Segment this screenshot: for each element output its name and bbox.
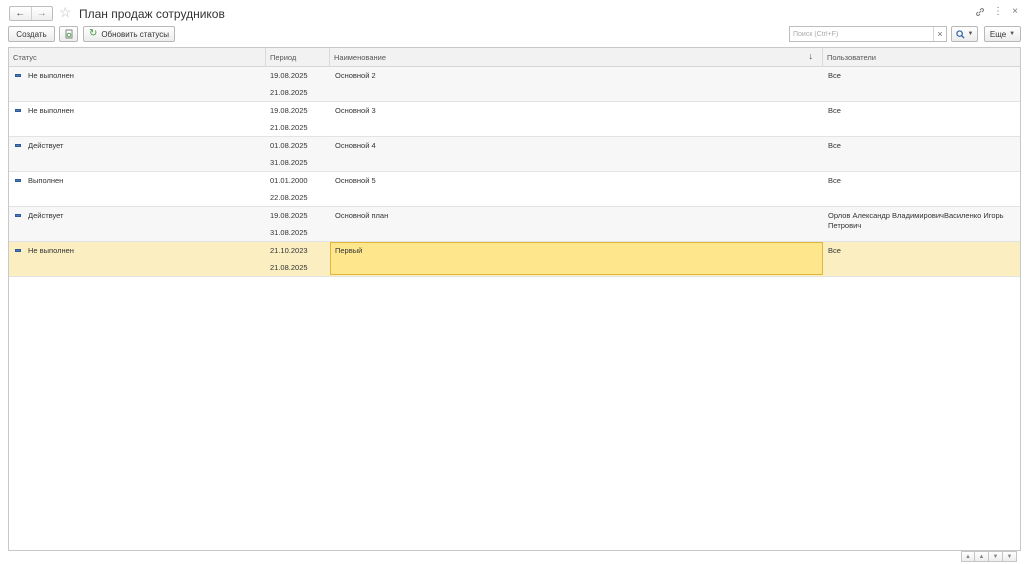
sort-descending-icon: ↓ bbox=[808, 51, 814, 61]
more-button[interactable]: Еще ▼ bbox=[984, 26, 1021, 42]
column-header-label: Пользователи bbox=[827, 53, 876, 62]
status-marker-icon bbox=[15, 109, 21, 112]
selected-cell-highlight bbox=[330, 242, 823, 275]
column-header-period[interactable]: Период bbox=[266, 48, 330, 67]
name-cell: Основной план bbox=[335, 211, 389, 220]
status-cell: Выполнен bbox=[28, 176, 64, 185]
column-header-status[interactable]: Статус bbox=[9, 48, 266, 67]
navigation-buttons: ← → bbox=[9, 6, 53, 21]
period-start-cell: 19.08.2025 bbox=[270, 71, 308, 80]
chevron-down-icon: ▼ bbox=[992, 553, 999, 560]
link-icon-svg bbox=[976, 8, 984, 16]
create-button-label: Создать bbox=[16, 29, 47, 39]
scroll-buttons: ▲ ▲ ▼ ▼ bbox=[961, 551, 1017, 562]
status-cell: Не выполнен bbox=[28, 71, 74, 80]
table-row[interactable]: Не выполнен 21.10.2023 21.08.2025 Первый Все bbox=[9, 242, 1020, 277]
scroll-up-button[interactable]: ▲ bbox=[975, 551, 989, 562]
status-cell: Не выполнен bbox=[28, 246, 74, 255]
column-header-users[interactable]: Пользователи bbox=[823, 48, 1020, 67]
period-start-cell: 19.08.2025 bbox=[270, 106, 308, 115]
scroll-last-button[interactable]: ▼ bbox=[1003, 551, 1017, 562]
copy-document-icon bbox=[65, 29, 72, 39]
column-header-label: Статус bbox=[13, 53, 37, 62]
period-start-cell: 21.10.2023 bbox=[270, 246, 308, 255]
table-row[interactable]: Не выполнен 19.08.2025 21.08.2025 Основной … bbox=[9, 67, 1020, 102]
clear-icon: × bbox=[937, 28, 943, 39]
period-end-cell: 21.08.2025 bbox=[270, 123, 308, 132]
table-header: Статус Период Наименование ↓ Пользовател… bbox=[9, 48, 1020, 67]
period-end-cell: 21.08.2025 bbox=[270, 88, 308, 97]
status-cell: Действует bbox=[28, 211, 64, 220]
scroll-first-button[interactable]: ▲ bbox=[961, 551, 975, 562]
back-button[interactable]: ← bbox=[10, 7, 31, 20]
users-cell: Все bbox=[828, 106, 841, 115]
status-marker-icon bbox=[15, 249, 21, 252]
column-header-label: Период bbox=[270, 53, 297, 62]
period-start-cell: 19.08.2025 bbox=[270, 211, 308, 220]
close-icon[interactable]: × bbox=[1009, 6, 1021, 18]
status-marker-icon bbox=[15, 144, 21, 147]
period-start-cell: 01.08.2025 bbox=[270, 141, 308, 150]
table-row[interactable]: Действует 01.08.2025 31.08.2025 Основной 4 В… bbox=[9, 137, 1020, 172]
table-row[interactable]: Действует 19.08.2025 31.08.2025 Основной пл… bbox=[9, 207, 1020, 242]
search-input[interactable] bbox=[790, 27, 934, 41]
table-row[interactable]: Выполнен 01.01.2000 22.08.2025 Основной 5 Вс… bbox=[9, 172, 1020, 207]
name-cell: Основной 2 bbox=[335, 71, 376, 80]
period-end-cell: 31.08.2025 bbox=[270, 158, 308, 167]
star-icon[interactable]: ☆ bbox=[59, 5, 72, 19]
users-cell: Орлов Александр ВладимировичВасиленко Иг… bbox=[828, 211, 1004, 230]
arrow-right-icon: → bbox=[36, 7, 47, 19]
table-row[interactable]: Не выполнен 19.08.2025 21.08.2025 Основной … bbox=[9, 102, 1020, 137]
name-cell: Основной 5 bbox=[335, 176, 376, 185]
more-button-label: Еще bbox=[989, 29, 1007, 39]
forward-button[interactable]: → bbox=[30, 7, 53, 20]
title-bar: ← → ☆ План продаж сотрудников ⋮ × bbox=[0, 0, 1024, 24]
status-marker-icon bbox=[15, 214, 21, 217]
chevron-up-icon: ▲ bbox=[978, 553, 985, 560]
status-marker-icon bbox=[15, 179, 21, 182]
scroll-down-button[interactable]: ▼ bbox=[989, 551, 1003, 562]
refresh-statuses-label: Обновить статусы bbox=[101, 29, 170, 39]
period-end-cell: 21.08.2025 bbox=[270, 263, 308, 272]
scroll-top-icon: ▲ bbox=[965, 553, 971, 560]
scroll-bottom-icon: ▼ bbox=[1006, 553, 1013, 560]
name-cell: Основной 3 bbox=[335, 106, 376, 115]
search-clear-button[interactable]: × bbox=[933, 27, 946, 41]
page-title: План продаж сотрудников bbox=[79, 7, 225, 21]
arrow-left-icon: ← bbox=[15, 7, 26, 19]
name-cell: Основной 4 bbox=[335, 141, 376, 150]
users-cell: Все bbox=[828, 71, 841, 80]
link-icon[interactable] bbox=[974, 6, 986, 18]
refresh-statuses-button[interactable]: ↻ Обновить статусы bbox=[83, 26, 175, 42]
period-start-cell: 01.01.2000 bbox=[270, 176, 308, 185]
status-cell: Не выполнен bbox=[28, 106, 74, 115]
status-marker-icon bbox=[15, 74, 21, 77]
plans-table[interactable]: Статус Период Наименование ↓ Пользовател… bbox=[8, 47, 1021, 551]
chevron-down-icon: ▼ bbox=[1009, 31, 1016, 37]
status-cell: Действует bbox=[28, 141, 64, 150]
search-button[interactable]: ▼ bbox=[951, 26, 978, 42]
name-cell: Первый bbox=[335, 246, 363, 255]
copy-button[interactable] bbox=[59, 26, 78, 42]
period-end-cell: 22.08.2025 bbox=[270, 193, 308, 202]
more-vertical-icon[interactable]: ⋮ bbox=[992, 6, 1004, 18]
users-cell: Все bbox=[828, 246, 841, 255]
column-header-label: Наименование bbox=[334, 53, 386, 62]
users-cell: Все bbox=[828, 176, 841, 185]
search-icon bbox=[955, 29, 965, 39]
search-field[interactable]: × bbox=[789, 26, 947, 42]
column-header-name[interactable]: Наименование ↓ bbox=[330, 48, 823, 67]
period-end-cell: 31.08.2025 bbox=[270, 228, 308, 237]
create-button[interactable]: Создать bbox=[8, 26, 55, 42]
users-cell: Все bbox=[828, 141, 841, 150]
chevron-down-icon: ▼ bbox=[967, 31, 974, 37]
refresh-icon: ↻ bbox=[88, 28, 98, 39]
